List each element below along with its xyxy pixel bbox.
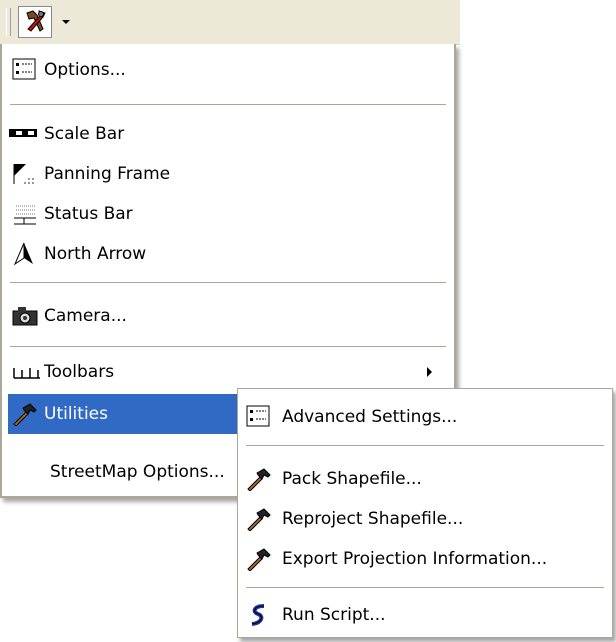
chevron-down-icon <box>62 20 70 24</box>
menu-item-label: StreetMap Options... <box>50 462 225 482</box>
menu-item-label: Options... <box>44 60 126 80</box>
hammer-icon <box>246 547 272 572</box>
toolbar <box>0 0 460 45</box>
menu-item-label: Reproject Shapefile... <box>282 509 464 529</box>
menu-item-label: Scale Bar <box>44 124 125 144</box>
camera-icon <box>12 304 38 328</box>
menu-item-toolbars[interactable]: Toolbars <box>8 352 448 392</box>
menu-separator <box>10 346 446 348</box>
menu-separator <box>246 587 604 589</box>
menu-item-label: Panning Frame <box>44 164 171 184</box>
menu-separator <box>10 104 446 106</box>
submenu-arrow-icon <box>427 367 432 377</box>
menu-item-panning-frame[interactable]: Panning Frame <box>8 154 448 194</box>
menu-item-scale-bar[interactable]: Scale Bar <box>8 114 448 154</box>
menu-item-label: Toolbars <box>44 362 115 382</box>
menu-item-camera[interactable]: Camera... <box>8 296 448 336</box>
options-icon <box>246 405 272 429</box>
menu-item-label: Camera... <box>44 306 127 326</box>
tools-button[interactable] <box>18 6 52 38</box>
toolbars-icon <box>12 360 40 384</box>
north-arrow-icon <box>12 242 38 266</box>
submenu-item-export-projection-information[interactable]: Export Projection Information... <box>242 539 608 579</box>
menu-item-label: Utilities <box>44 404 108 424</box>
script-icon <box>246 603 272 627</box>
menu-item-north-arrow[interactable]: North Arrow <box>8 234 448 274</box>
submenu-item-pack-shapefile[interactable]: Pack Shapefile... <box>242 459 608 499</box>
tools-dropdown-button[interactable] <box>56 6 76 38</box>
menu-item-status-bar[interactable]: Status Bar <box>8 194 448 234</box>
menu-separator <box>10 282 446 284</box>
menu-separator <box>246 445 604 447</box>
menu-item-label: Advanced Settings... <box>282 407 458 427</box>
menu-item-options[interactable]: Options... <box>8 50 448 90</box>
utilities-submenu: Advanced Settings... Pack Shapefile... R… <box>237 388 613 638</box>
menu-item-label: North Arrow <box>44 244 147 264</box>
submenu-item-reproject-shapefile[interactable]: Reproject Shapefile... <box>242 499 608 539</box>
submenu-item-advanced-settings[interactable]: Advanced Settings... <box>242 397 608 437</box>
tools-hammer-wrench-icon <box>26 10 46 32</box>
menu-item-label: Export Projection Information... <box>282 549 548 569</box>
options-icon <box>12 58 38 82</box>
menu-item-label: Status Bar <box>44 204 133 224</box>
hammer-icon <box>246 467 272 492</box>
toolbar-grip[interactable] <box>6 8 11 36</box>
panning-frame-icon <box>12 162 38 186</box>
hammer-icon <box>246 507 272 532</box>
hammer-icon <box>12 402 38 427</box>
scale-bar-icon <box>8 122 37 146</box>
submenu-item-run-script[interactable]: Run Script... <box>242 595 608 635</box>
menu-item-label: Pack Shapefile... <box>282 469 422 489</box>
menu-item-label: Run Script... <box>282 605 386 625</box>
status-bar-icon <box>12 202 38 226</box>
